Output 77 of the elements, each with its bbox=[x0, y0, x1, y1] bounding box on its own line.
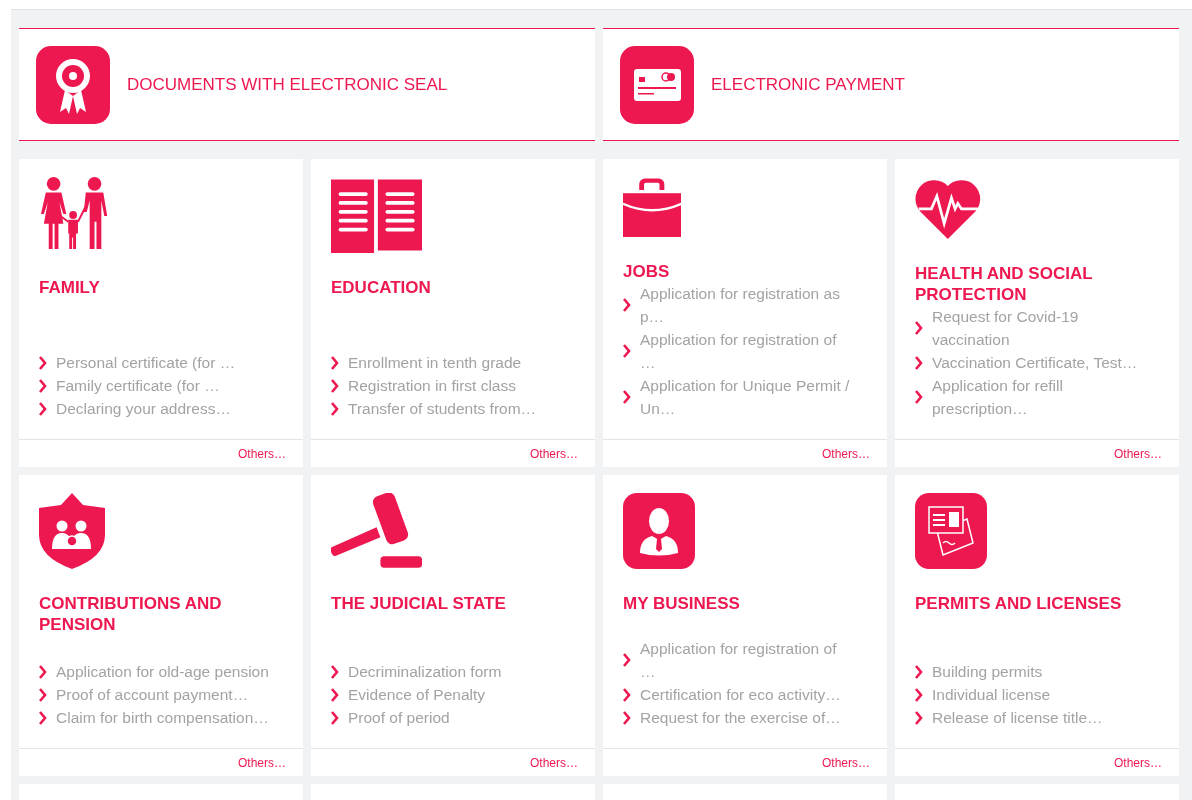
category-title[interactable]: EDUCATION bbox=[331, 277, 563, 298]
open-book-icon bbox=[331, 177, 423, 253]
chevron-icon bbox=[39, 664, 47, 679]
service-link[interactable]: Family certificate (for … bbox=[56, 374, 220, 397]
chevron-icon bbox=[39, 355, 47, 370]
service-link[interactable]: Enrollment in tenth grade bbox=[348, 351, 522, 374]
category-title[interactable]: CONTRIBUTIONS AND PENSION bbox=[39, 593, 271, 635]
license-card-icon bbox=[915, 493, 987, 569]
chevron-icon bbox=[331, 355, 339, 370]
service-link[interactable]: Application for registration as p… bbox=[640, 282, 855, 328]
chevron-icon bbox=[915, 687, 923, 702]
others-link[interactable]: Others… bbox=[1114, 446, 1162, 461]
chevron-icon bbox=[623, 344, 631, 358]
chevron-icon bbox=[915, 321, 923, 335]
service-link[interactable]: Proof of period bbox=[348, 706, 450, 729]
others-link[interactable]: Others… bbox=[530, 755, 578, 770]
others-link[interactable]: Others… bbox=[238, 446, 286, 461]
service-link[interactable]: Request for the exercise of… bbox=[640, 706, 841, 729]
others-link[interactable]: Others… bbox=[822, 755, 870, 770]
service-link[interactable]: Release of license title… bbox=[932, 706, 1103, 729]
service-link[interactable]: Claim for birth compensation… bbox=[56, 706, 269, 729]
others-link[interactable]: Others… bbox=[530, 446, 578, 461]
feature-title: ELECTRONIC PAYMENT bbox=[711, 74, 905, 95]
chevron-icon bbox=[331, 378, 339, 393]
service-link[interactable]: Evidence of Penalty bbox=[348, 683, 485, 706]
chevron-icon bbox=[623, 653, 631, 667]
category-title[interactable]: THE JUDICIAL STATE bbox=[331, 593, 563, 614]
service-link[interactable]: Application for Unique Permit / Un… bbox=[640, 374, 855, 420]
others-link[interactable]: Others… bbox=[238, 755, 286, 770]
chevron-icon bbox=[39, 378, 47, 393]
shield-family-icon bbox=[39, 493, 105, 569]
chevron-icon bbox=[331, 664, 339, 679]
service-link[interactable]: Application for old-age pension bbox=[56, 660, 269, 683]
service-link[interactable]: Personal certificate (for … bbox=[56, 351, 236, 374]
service-link[interactable]: Application for refill prescription… bbox=[932, 374, 1147, 420]
gavel-icon bbox=[331, 493, 423, 569]
category-title[interactable]: PERMITS AND LICENSES bbox=[915, 593, 1147, 614]
chevron-icon bbox=[39, 401, 47, 416]
chevron-icon bbox=[915, 664, 923, 679]
businessman-icon bbox=[623, 493, 695, 569]
chevron-icon bbox=[623, 710, 631, 725]
award-ribbon-icon bbox=[36, 45, 110, 124]
credit-card-icon bbox=[620, 45, 694, 124]
feature-title: DOCUMENTS WITH ELECTRONIC SEAL bbox=[127, 74, 448, 95]
others-link[interactable]: Others… bbox=[822, 446, 870, 461]
category-title[interactable]: FAMILY bbox=[39, 277, 271, 298]
chevron-icon bbox=[623, 390, 631, 404]
heart-pulse-icon bbox=[915, 177, 981, 239]
chevron-icon bbox=[915, 710, 923, 725]
category-title[interactable]: HEALTH AND SOCIAL PROTECTION bbox=[915, 263, 1147, 305]
service-link[interactable]: Application for registration of … bbox=[640, 637, 855, 683]
service-link[interactable]: Building permits bbox=[932, 660, 1043, 683]
chevron-icon bbox=[39, 710, 47, 725]
chevron-icon bbox=[331, 401, 339, 416]
chevron-icon bbox=[39, 687, 47, 702]
service-link[interactable]: Registration in first class bbox=[348, 374, 516, 397]
service-link[interactable]: Vaccination Certificate, Test… bbox=[932, 351, 1138, 374]
chevron-icon bbox=[623, 687, 631, 702]
category-title[interactable]: MY BUSINESS bbox=[623, 593, 855, 614]
category-title[interactable]: JOBS bbox=[623, 261, 855, 282]
others-link[interactable]: Others… bbox=[1114, 755, 1162, 770]
feature-card[interactable]: ELECTRONIC PAYMENT bbox=[603, 28, 1179, 141]
chevron-icon bbox=[623, 298, 631, 312]
chevron-icon bbox=[331, 687, 339, 702]
briefcase-icon bbox=[623, 177, 682, 237]
chevron-icon bbox=[915, 355, 923, 370]
chevron-icon bbox=[915, 390, 923, 404]
service-link[interactable]: Declaring your address… bbox=[56, 397, 231, 420]
service-link[interactable]: Individual license bbox=[932, 683, 1051, 706]
service-link[interactable]: Transfer of students from… bbox=[348, 397, 537, 420]
feature-card[interactable]: DOCUMENTS WITH ELECTRONIC SEAL bbox=[19, 28, 595, 141]
service-link[interactable]: Request for Covid-19 vaccination bbox=[932, 305, 1147, 351]
service-link[interactable]: Certification for eco activity… bbox=[640, 683, 841, 706]
service-link[interactable]: Application for registration of … bbox=[640, 328, 855, 374]
chevron-icon bbox=[331, 710, 339, 725]
service-link[interactable]: Proof of account payment… bbox=[56, 683, 249, 706]
service-link[interactable]: Decriminalization form bbox=[348, 660, 502, 683]
